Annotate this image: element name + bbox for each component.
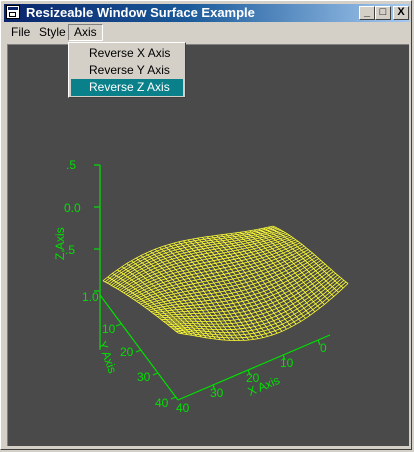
plot-canvas[interactable]: .5 0.0 -.5 1.0 Z Axis 10 20 30 40 Y Axis… (7, 44, 409, 446)
application-window: Resizeable Window Surface Example _ □ X … (0, 0, 412, 450)
z-axis-label: Z Axis (53, 227, 67, 260)
menu-bar: File Style Axis (4, 23, 410, 42)
surface-grid-line (169, 276, 340, 331)
menu-axis[interactable]: Axis (68, 24, 103, 41)
menu-style[interactable]: Style (34, 24, 71, 41)
wireframe-surface (102, 225, 349, 342)
x-tick-10: 10 (280, 356, 294, 370)
menu-item-reverse-x-axis[interactable]: Reverse X Axis (71, 45, 183, 62)
surface-plot: .5 0.0 -.5 1.0 Z Axis 10 20 30 40 Y Axis… (53, 158, 349, 415)
x-tick-30: 30 (210, 386, 224, 400)
menu-file[interactable]: File (6, 24, 35, 41)
window-icon[interactable] (6, 5, 20, 19)
close-button[interactable]: X (393, 6, 409, 20)
y-tick-20: 20 (120, 345, 134, 359)
y-tick-10: 10 (102, 322, 116, 336)
maximize-button[interactable]: □ (375, 6, 391, 20)
axes (94, 164, 331, 401)
z-tick-4: 1.0 (82, 290, 99, 304)
menu-item-reverse-y-axis[interactable]: Reverse Y Axis (71, 62, 183, 79)
y-axis-label: Y Axis (95, 339, 119, 375)
y-tick-30: 30 (137, 370, 151, 384)
y-tick-40: 40 (155, 396, 169, 410)
menu-item-reverse-z-axis[interactable]: Reverse Z Axis (71, 79, 183, 96)
x-tick-0: 0 (320, 341, 327, 355)
z-tick-1: .5 (66, 158, 76, 172)
minimize-button[interactable]: _ (359, 6, 375, 20)
title-bar[interactable]: Resizeable Window Surface Example _ □ X (4, 4, 410, 22)
surface-grid-line (175, 281, 347, 339)
axis-dropdown-menu: Reverse X Axis Reverse Y Axis Reverse Z … (68, 42, 186, 98)
z-tick-2: 0.0 (64, 201, 81, 215)
x-tick-40: 40 (176, 401, 190, 415)
window-title: Resizeable Window Surface Example (26, 5, 255, 20)
